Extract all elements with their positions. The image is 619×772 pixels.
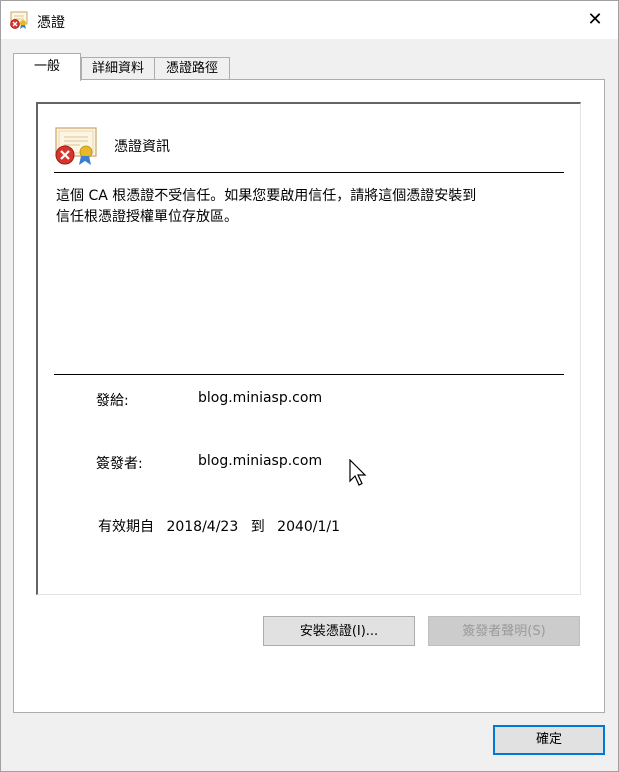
- issuer-statement-button[interactable]: 簽發者聲明(S): [428, 616, 580, 646]
- tab-certification-path[interactable]: 憑證路徑: [154, 57, 230, 80]
- title-bar[interactable]: 憑證 ✕: [1, 1, 618, 39]
- certificate-error-icon: [10, 11, 28, 29]
- install-certificate-button[interactable]: 安裝憑證(I)...: [263, 616, 415, 646]
- window-title: 憑證: [37, 15, 65, 31]
- info-title: 憑證資訊: [114, 139, 170, 155]
- certificate-dialog: 憑證 ✕ 一般 詳細資料 憑證路徑 憑證資訊 這個 CA 根憑證不受信任。如果您…: [0, 0, 619, 772]
- issued-to-label: 發給:: [96, 393, 129, 409]
- divider: [54, 374, 564, 375]
- close-button[interactable]: ✕: [572, 1, 618, 39]
- valid-to-label: 到: [250, 519, 265, 535]
- trust-message: 這個 CA 根憑證不受信任。如果您要啟用信任，請將這個憑證安裝到 信任根憑證授權…: [56, 186, 556, 228]
- issued-by-label: 簽發者:: [96, 456, 143, 472]
- valid-from-value: 2018/4/23: [166, 519, 239, 535]
- mouse-pointer-icon: [349, 459, 367, 486]
- ok-button[interactable]: 確定: [493, 725, 605, 755]
- trust-message-line: 信任根憑證授權單位存放區。: [56, 209, 238, 225]
- valid-to-value: 2040/1/1: [277, 519, 341, 535]
- issued-to-value: blog.miniasp.com: [198, 390, 323, 406]
- certificate-info-group: 憑證資訊 這個 CA 根憑證不受信任。如果您要啟用信任，請將這個憑證安裝到 信任…: [36, 102, 581, 595]
- divider: [54, 172, 564, 173]
- close-icon: ✕: [587, 9, 603, 30]
- tab-general[interactable]: 一般: [13, 53, 81, 81]
- tab-details[interactable]: 詳細資料: [81, 57, 155, 80]
- issued-by-value: blog.miniasp.com: [198, 453, 323, 469]
- validity-period: 有效期自 2018/4/23 到 2040/1/1: [98, 516, 348, 536]
- valid-from-label: 有效期自: [98, 519, 154, 535]
- trust-message-line: 這個 CA 根憑證不受信任。如果您要啟用信任，請將這個憑證安裝到: [56, 188, 477, 204]
- certificate-error-icon: [55, 127, 97, 165]
- tab-panel-general: 憑證資訊 這個 CA 根憑證不受信任。如果您要啟用信任，請將這個憑證安裝到 信任…: [13, 79, 605, 713]
